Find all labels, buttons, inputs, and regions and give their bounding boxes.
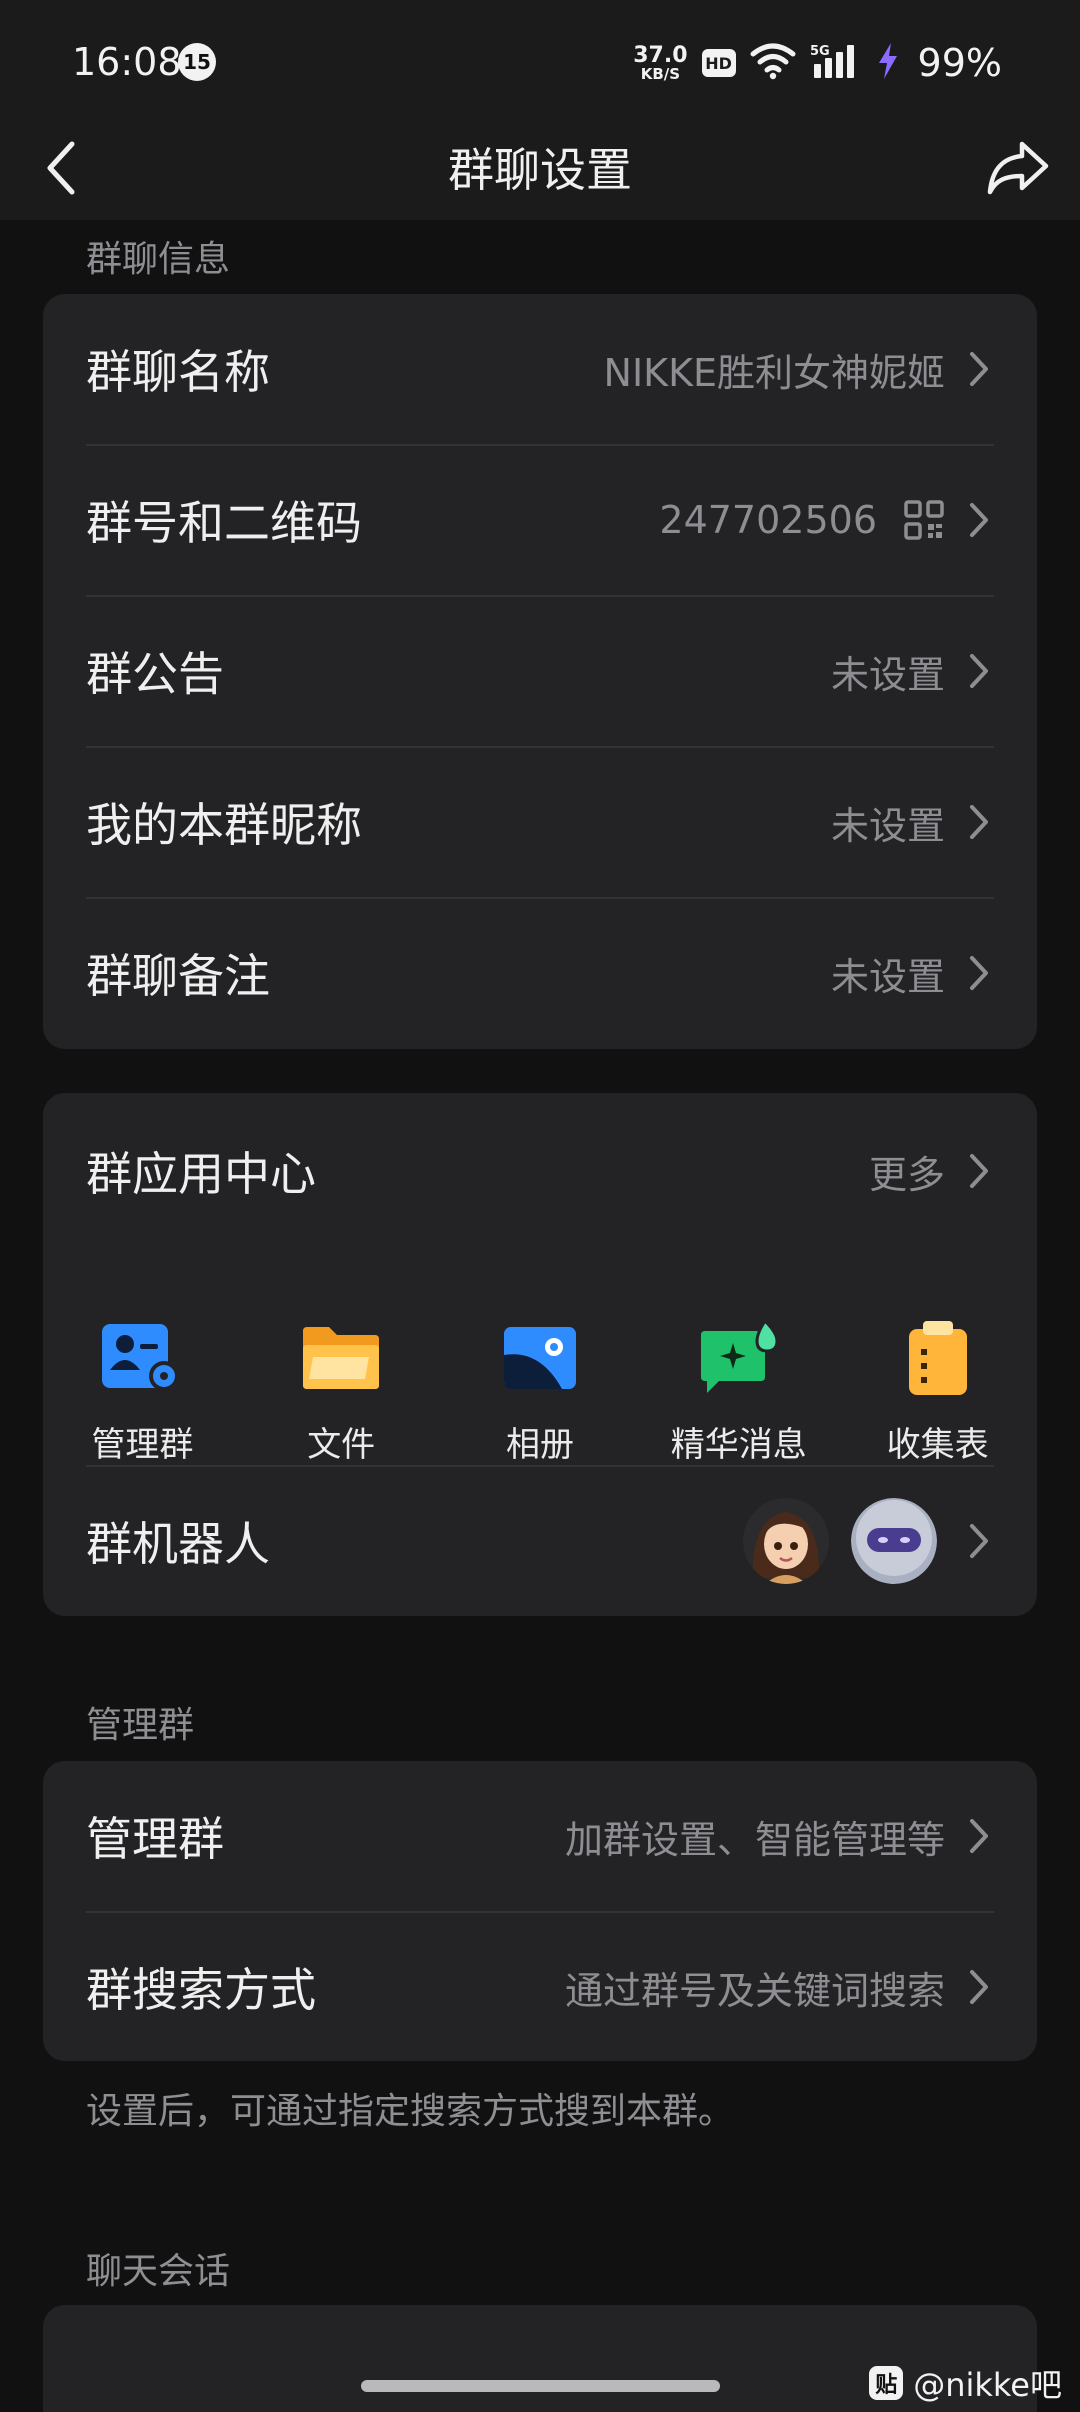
folder-icon	[296, 1313, 386, 1403]
net-speed-unit: KB/S	[640, 64, 681, 83]
row-group-robots[interactable]: 群机器人	[43, 1466, 1037, 1616]
wifi-icon	[750, 42, 796, 84]
group-number-value: 247702506	[659, 498, 877, 542]
section-title-manage: 管理群	[86, 1705, 195, 1746]
group-settings-page: 16:08 15 37.0 KB/S HD 5G 99% 群聊设置 群聊信息 群…	[0, 0, 1080, 2412]
tieba-logo: 贴	[869, 2366, 904, 2400]
net-speed: 37.0 KB/S	[633, 42, 688, 83]
battery-level: 99%	[917, 41, 1002, 85]
chevron-left-icon	[42, 140, 82, 200]
group-remark-value: 未设置	[830, 954, 945, 999]
charging-icon	[876, 42, 900, 84]
network-type-label: 5G	[810, 44, 830, 59]
group-info-card: 群聊名称 NIKKE胜利女神妮姬 群号和二维码 247702506 群公告 未设…	[43, 294, 1037, 1049]
announcement-label: 群公告	[86, 647, 224, 701]
robot-avatar-girl	[743, 1498, 829, 1584]
row-group-number-qr[interactable]: 群号和二维码 247702506	[43, 445, 1037, 595]
announcement-value: 未设置	[830, 652, 945, 697]
notification-badge: 15	[178, 43, 216, 81]
group-name-label: 群聊名称	[86, 345, 270, 399]
group-name-value: NIKKE胜利女神妮姬	[603, 350, 945, 395]
app-center-title: 群应用中心	[86, 1147, 316, 1201]
manage-group-icon	[97, 1313, 187, 1403]
qr-code-icon	[903, 499, 945, 541]
section-title-group-info: 群聊信息	[86, 239, 231, 280]
robot-avatars	[743, 1498, 937, 1584]
app-center-card: 群应用中心 更多 管理群 文件 相册 精华消息 收集表 群机器人	[43, 1093, 1037, 1616]
row-my-group-nickname[interactable]: 我的本群昵称 未设置	[43, 747, 1037, 897]
app-essence-messages[interactable]: 精华消息	[639, 1313, 838, 1483]
group-number-label: 群号和二维码	[86, 496, 362, 550]
chevron-right-icon	[959, 651, 999, 691]
app-files[interactable]: 文件	[242, 1313, 441, 1483]
manage-card: 管理群 加群设置、智能管理等 群搜索方式 通过群号及关键词搜索	[43, 1761, 1037, 2061]
row-group-search-method[interactable]: 群搜索方式 通过群号及关键词搜索	[43, 1912, 1037, 2061]
watermark-text: @nikke吧	[913, 2366, 1062, 2404]
cellular-signal-icon: 5G	[810, 42, 862, 84]
net-speed-value: 37.0	[633, 42, 688, 68]
row-app-center[interactable]: 群应用中心 更多	[43, 1093, 1037, 1249]
chevron-right-icon	[959, 1151, 999, 1191]
hd-badge: HD	[701, 49, 736, 77]
section-title-chat-session: 聊天会话	[86, 2251, 231, 2292]
robot-avatar-bot	[851, 1498, 937, 1584]
app-label: 管理群	[91, 1425, 194, 1465]
my-nickname-label: 我的本群昵称	[86, 798, 362, 852]
navigation-bar: 群聊设置	[0, 120, 1080, 220]
clipboard-icon	[893, 1313, 983, 1403]
search-method-label: 群搜索方式	[86, 1963, 316, 2017]
row-group-name[interactable]: 群聊名称 NIKKE胜利女神妮姬	[43, 294, 1037, 444]
app-label: 精华消息	[670, 1425, 807, 1465]
robot-label: 群机器人	[86, 1517, 270, 1571]
status-bar: 16:08 15 37.0 KB/S HD 5G 99%	[0, 0, 1080, 120]
chevron-right-icon	[959, 953, 999, 993]
essence-message-icon	[694, 1313, 784, 1403]
page-title: 群聊设置	[448, 143, 632, 197]
app-manage-group[interactable]: 管理群	[43, 1313, 242, 1483]
app-center-more: 更多	[868, 1152, 945, 1197]
chevron-right-icon	[959, 500, 999, 540]
chevron-right-icon	[959, 349, 999, 389]
group-remark-label: 群聊备注	[86, 949, 270, 1003]
status-indicators: 37.0 KB/S HD 5G 99%	[633, 38, 1002, 88]
row-group-announcement[interactable]: 群公告 未设置	[43, 596, 1037, 746]
chevron-right-icon	[959, 1967, 999, 2007]
search-method-hint: 设置后，可通过指定搜索方式搜到本群。	[86, 2091, 735, 2132]
watermark: 贴 @nikke吧	[869, 2360, 1062, 2406]
manage-group-label: 管理群	[86, 1812, 224, 1866]
row-manage-group[interactable]: 管理群 加群设置、智能管理等	[43, 1761, 1037, 1911]
album-icon	[495, 1313, 585, 1403]
chevron-right-icon	[959, 1816, 999, 1856]
app-label: 相册	[505, 1425, 574, 1465]
search-method-value: 通过群号及关键词搜索	[564, 1968, 945, 2013]
status-time: 16:08	[72, 40, 182, 84]
manage-group-value: 加群设置、智能管理等	[564, 1817, 945, 1862]
app-collection-form[interactable]: 收集表	[838, 1313, 1037, 1483]
chevron-right-icon	[959, 1521, 999, 1561]
row-group-remark[interactable]: 群聊备注 未设置	[43, 898, 1037, 1048]
app-label: 收集表	[886, 1425, 989, 1465]
app-album[interactable]: 相册	[441, 1313, 640, 1483]
back-button[interactable]	[30, 138, 94, 202]
chevron-right-icon	[959, 802, 999, 842]
share-icon	[986, 140, 1050, 200]
home-indicator[interactable]	[361, 2380, 720, 2392]
app-label: 文件	[307, 1425, 376, 1465]
app-grid: 管理群 文件 相册 精华消息 收集表	[43, 1313, 1037, 1483]
share-button[interactable]	[982, 134, 1054, 206]
my-nickname-value: 未设置	[830, 803, 945, 848]
